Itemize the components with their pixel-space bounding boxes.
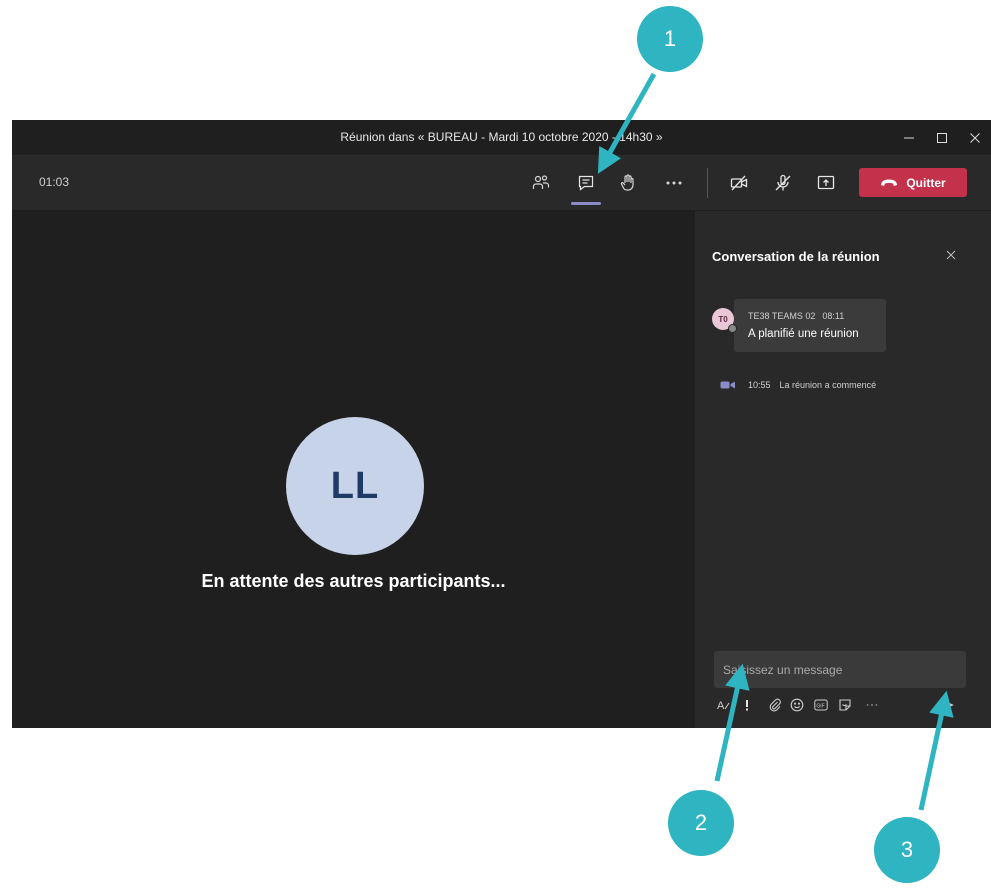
annotation-arrow-3 — [918, 690, 954, 811]
annotation-arrow-2 — [714, 663, 750, 782]
annotation-arrows — [597, 72, 954, 811]
annotation-arrow-1 — [597, 72, 657, 174]
